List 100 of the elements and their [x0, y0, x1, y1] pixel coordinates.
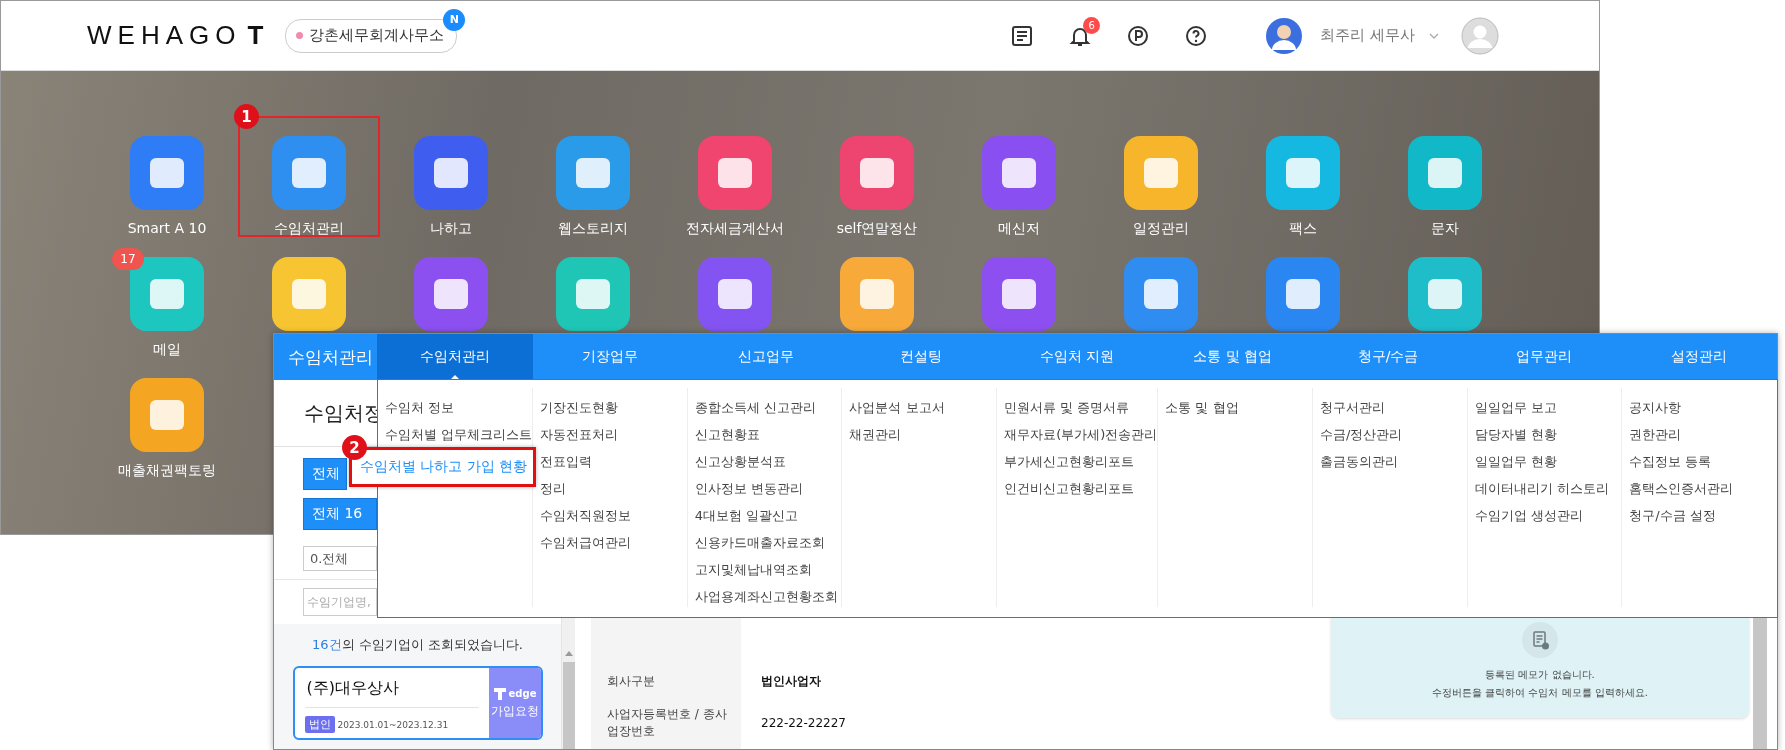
app-icon[interactable] [272, 257, 346, 331]
menu-item[interactable]: 청구서관리 [1320, 398, 1467, 418]
app-icon[interactable] [556, 257, 630, 331]
search-field[interactable]: 수임기업명, [303, 588, 377, 616]
app-label[interactable]: 메일 [153, 341, 181, 359]
app-label[interactable]: 나하고 [430, 220, 472, 238]
menu-item[interactable]: 전표입력 [540, 452, 687, 472]
menu-item[interactable]: 종합소득세 신고관리 [694, 398, 842, 418]
menu-item[interactable]: 사업분석 보고서 [849, 398, 997, 418]
callout-text: 수임처별 나하고 가입 현황 [360, 458, 528, 476]
app-label[interactable]: 팩스 [1289, 220, 1317, 238]
app-icon[interactable] [698, 257, 772, 331]
app-label[interactable]: 매출채권팩토링 [118, 462, 216, 480]
notification-badge: 6 [1083, 16, 1101, 34]
menu-item[interactable]: 수임처별 업무체크리스트 [385, 425, 533, 445]
menu-item[interactable]: 일일업무 보고 [1474, 398, 1622, 418]
menu-item[interactable]: 소통 및 협업 [1165, 398, 1312, 418]
menu-item[interactable]: 수임처 정보 [385, 398, 533, 418]
app-icon[interactable] [982, 257, 1056, 331]
menu-item[interactable]: 신고상황분석표 [694, 452, 842, 472]
menu-item[interactable]: 수금/정산관리 [1320, 425, 1467, 445]
menu-item[interactable]: 사업용계좌신고현황조회 [694, 587, 842, 607]
menu-item[interactable]: 수집정보 등록 [1629, 452, 1777, 472]
menu-item[interactable]: 신용카드매출자료조회 [694, 533, 842, 553]
menu-item[interactable]: 일일업무 현황 [1474, 452, 1622, 472]
menu-item[interactable]: 신고현황표 [694, 425, 842, 445]
app-icon[interactable] [1408, 136, 1482, 210]
menu-item[interactable]: 고지및체납내역조회 [694, 560, 842, 580]
app-icon[interactable] [1124, 136, 1198, 210]
app-icon[interactable] [840, 136, 914, 210]
app-icon[interactable] [1408, 257, 1482, 331]
menu-item[interactable]: 데이터내리기 히스토리 [1474, 479, 1622, 499]
app-icon[interactable] [1266, 257, 1340, 331]
new-badge: N [443, 8, 466, 31]
menu-item[interactable]: 자동전표처리 [540, 425, 687, 445]
scroll-thumb[interactable] [562, 662, 575, 749]
field-label: 사업자등록번호 / 종사업장번호 [606, 706, 728, 740]
caret-icon[interactable] [1429, 32, 1439, 39]
button-label: 가입요청 [490, 702, 539, 720]
user-name[interactable]: 최주리 세무사 [1320, 26, 1415, 45]
menu-item[interactable]: 출금동의관리 [1320, 452, 1467, 472]
menu-item[interactable]: 수임처직원정보 [540, 506, 687, 526]
app-icon[interactable] [556, 136, 630, 210]
field-value: 222-22-22227 [760, 716, 846, 730]
brand-name: edge [508, 688, 537, 699]
app-label[interactable]: 일정관리 [1133, 220, 1189, 238]
app-label[interactable]: 웹스토리지 [558, 220, 628, 238]
app-icon[interactable] [272, 136, 346, 210]
window-title: 수임처관리 [287, 345, 374, 369]
scroll-up-icon[interactable] [564, 650, 573, 656]
app-label[interactable]: self연말정산 [836, 220, 918, 238]
menu-item[interactable]: 재무자료(부가세)전송관리 [1004, 425, 1158, 445]
client-card[interactable]: (주)대우상사 법인 2023.01.01~2023.12.31 edge 가입요청 [292, 666, 543, 740]
menu-item[interactable]: 인건비신고현황리포트 [1004, 479, 1158, 499]
menu-item[interactable]: 담당자별 현황 [1474, 425, 1622, 445]
app-icon[interactable] [414, 257, 488, 331]
app-label[interactable]: 메신저 [998, 220, 1040, 238]
menu-item[interactable]: 수임처급여관리 [540, 533, 687, 553]
menu-item[interactable]: 기장진도현황 [540, 398, 687, 418]
avatar-icon[interactable] [1266, 17, 1303, 54]
menu-item[interactable]: 채권관리 [849, 425, 997, 445]
app-icon[interactable] [840, 257, 914, 331]
menu-item[interactable]: 권한관리 [1629, 425, 1777, 445]
logo[interactable]: WEHAGO T [87, 20, 264, 51]
menu-item[interactable]: 부가세신고현황리포트 [1004, 452, 1158, 472]
memo-message: 등록된 메모가 없습니다. [1485, 668, 1595, 682]
app-icon[interactable] [130, 378, 204, 452]
app-label[interactable]: 수임처관리 [274, 220, 344, 238]
app-icon[interactable] [130, 136, 204, 210]
menu-item[interactable]: 민원서류 및 증명서류 [1004, 398, 1158, 418]
app-label[interactable]: 전자세금계산서 [686, 220, 784, 238]
app-icon[interactable] [1124, 257, 1198, 331]
app-icon[interactable] [414, 136, 488, 210]
result-summary: 16건의 수임기업이 조회되었습니다. [312, 636, 523, 654]
contract-period: 2023.01.01~2023.12.31 [337, 719, 449, 730]
company-name: (주)대우상사 [304, 674, 479, 708]
menu-item[interactable]: 4대보험 일괄신고 [694, 506, 842, 526]
t-logo-icon [492, 686, 507, 701]
app-label[interactable]: 문자 [1431, 220, 1459, 238]
app-icon[interactable] [698, 136, 772, 210]
menu-tab[interactable]: 수임처관리 [377, 334, 533, 380]
status-dot [296, 32, 304, 39]
memo-message: 수정버튼을 클릭하여 수임처 메모를 입력하세요. [1432, 686, 1648, 700]
menu-item[interactable]: 수임기업 생성관리 [1474, 506, 1622, 526]
help-icon[interactable] [1184, 23, 1209, 48]
type-tag: 법인 [304, 716, 335, 733]
menu-item[interactable]: 청구/수금 설정 [1629, 506, 1777, 526]
app-icon[interactable] [982, 136, 1056, 210]
type-select[interactable]: 0.전체 [303, 546, 377, 571]
app-icon[interactable] [1266, 136, 1340, 210]
app-label[interactable]: Smart A 10 [127, 220, 207, 236]
field-label: 회사구분 [606, 672, 656, 690]
memo-icon[interactable] [1010, 23, 1035, 48]
menu-item[interactable]: 홈택스인증서관리 [1629, 479, 1777, 499]
field-value: 법인사업자 [760, 672, 821, 690]
menu-item[interactable]: 공지사항 [1629, 398, 1777, 418]
point-icon[interactable] [1126, 23, 1151, 48]
menu-item[interactable]: 인사정보 변동관리 [694, 479, 842, 499]
step-number: 2 [342, 435, 367, 460]
menu-item[interactable]: 정리 [540, 479, 687, 499]
